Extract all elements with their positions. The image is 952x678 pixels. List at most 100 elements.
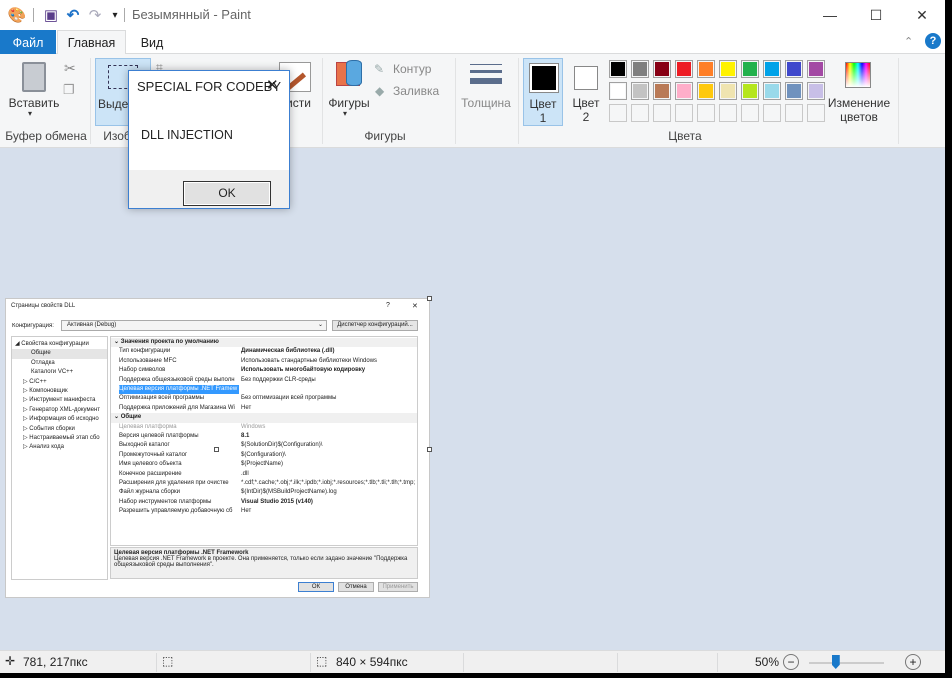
minimize-button[interactable]: — xyxy=(807,0,853,30)
clipboard-icon[interactable] xyxy=(22,62,46,92)
vs-grid-key: Тип конфигурации xyxy=(119,348,171,355)
shapes-group-label: Фигуры xyxy=(364,129,406,143)
color2-button[interactable]: Цвет 2 xyxy=(566,58,606,126)
customize-qat-icon[interactable]: ▾ xyxy=(106,6,124,24)
palette-swatch[interactable] xyxy=(785,82,803,100)
vs-grid-row: Использование MFC Использовать стандартны… xyxy=(111,357,417,366)
shapes-button[interactable]: Фигуры xyxy=(326,96,372,110)
message-box: SPECIAL FOR CODEBY ✕ DLL INJECTION OK xyxy=(128,70,290,209)
cut-icon[interactable]: ✂ xyxy=(64,60,76,77)
palette-swatch[interactable] xyxy=(785,60,803,78)
vs-grid-value: Windows xyxy=(241,423,266,430)
vs-grid-key: Выходной каталог xyxy=(119,442,170,449)
paint-palette-icon[interactable]: 🎨 xyxy=(8,6,27,24)
vs-grid-row: Набор инструментов платформы Visual Studi… xyxy=(111,498,417,507)
vs-grid-value: Visual Studio 2015 (v140) xyxy=(241,498,313,505)
vs-description: Целевая версия платформы .NET Framework … xyxy=(110,547,418,579)
undo-icon[interactable]: ↶ xyxy=(64,6,82,24)
colors-group-label: Цвета xyxy=(668,129,702,143)
fill-button[interactable]: Заливка xyxy=(393,84,439,98)
canvas-area[interactable]: Страницы свойств DLL ? ✕ Конфигурация: А… xyxy=(0,148,945,650)
collapse-ribbon-icon[interactable]: ⌃ xyxy=(904,35,913,48)
vs-ok-button: ОК xyxy=(298,582,334,592)
palette-swatch[interactable] xyxy=(675,60,693,78)
help-icon[interactable]: ? xyxy=(925,33,941,49)
vs-tree-item: ◢ Свойства конфигурации xyxy=(15,341,89,347)
resize-handle-corner[interactable] xyxy=(427,447,432,452)
vs-grid-value: Без поддержки CLR-среды xyxy=(241,376,316,383)
vs-grid-value: $(IntDir)$(MSBuildProjectName).log xyxy=(241,489,337,496)
palette-swatch[interactable] xyxy=(675,104,693,122)
palette-swatch[interactable] xyxy=(653,104,671,122)
close-button[interactable]: ✕ xyxy=(899,0,945,30)
vs-grid-row: Конечное расширение .dll xyxy=(111,470,417,479)
copy-icon[interactable]: ❐ xyxy=(63,82,75,98)
message-box-ok-button[interactable]: OK xyxy=(183,181,271,206)
vs-grid-key: Версия целевой платформы xyxy=(119,433,199,439)
tab-view[interactable]: Вид xyxy=(130,30,174,55)
tab-home[interactable]: Главная xyxy=(57,30,126,55)
palette-swatch[interactable] xyxy=(697,60,715,78)
resize-handle-bottom[interactable] xyxy=(214,447,219,452)
palette-swatch[interactable] xyxy=(741,104,759,122)
palette-swatch[interactable] xyxy=(675,82,693,100)
palette-swatch[interactable] xyxy=(785,104,803,122)
palette-swatch[interactable] xyxy=(763,82,781,100)
vs-cancel-button: Отмена xyxy=(338,582,374,592)
palette-swatch[interactable] xyxy=(807,82,825,100)
palette-swatch[interactable] xyxy=(609,82,627,100)
palette-swatch[interactable] xyxy=(807,60,825,78)
palette-swatch[interactable] xyxy=(631,60,649,78)
palette-swatch[interactable] xyxy=(763,104,781,122)
vs-dialog-title: Страницы свойств DLL xyxy=(11,303,76,309)
size-icon[interactable] xyxy=(470,64,502,84)
palette-swatch[interactable] xyxy=(741,60,759,78)
resize-handle-right[interactable] xyxy=(427,296,432,301)
save-icon[interactable]: ▣ xyxy=(42,6,60,24)
zoom-out-button[interactable]: − xyxy=(783,654,799,670)
vs-grid-key: Целевая версия платформы .NET Framew xyxy=(119,385,239,395)
cursor-position-icon: ✛ xyxy=(5,654,16,668)
palette-swatch[interactable] xyxy=(697,104,715,122)
vs-grid-key: Поддержка общеязыковой среды выполн xyxy=(119,376,235,383)
vs-tree-item: ▷ Инструмент манифеста xyxy=(23,397,96,404)
palette-swatch[interactable] xyxy=(697,82,715,100)
tab-file[interactable]: Файл xyxy=(0,30,56,55)
message-box-close-button[interactable]: ✕ xyxy=(266,76,279,94)
vs-grid-value: Использовать многобайтовую кодировку xyxy=(241,367,366,374)
palette-swatch[interactable] xyxy=(631,104,649,122)
palette-swatch[interactable] xyxy=(609,60,627,78)
edit-colors-icon[interactable] xyxy=(845,62,871,88)
vs-grid-value: *.cdf;*.cache;*.obj;*.ilk;*.ipdb;*.iobj;… xyxy=(241,480,416,486)
redo-icon[interactable]: ↷ xyxy=(86,6,104,24)
paste-button[interactable]: Вставить xyxy=(6,96,62,110)
size-button[interactable]: Толщина xyxy=(456,96,516,110)
vs-grid-row: Целевая версия платформы .NET Framew xyxy=(111,385,417,395)
palette-swatch[interactable] xyxy=(719,82,737,100)
palette-swatch[interactable] xyxy=(631,82,649,100)
edit-colors-button[interactable]: Изменение цветов xyxy=(824,96,894,124)
vs-grid-key: Набор символов xyxy=(119,367,166,374)
vs-grid-key: Файл журнала сборки xyxy=(119,489,181,496)
vs-grid-key: Набор инструментов платформы xyxy=(119,498,212,505)
palette-swatch[interactable] xyxy=(741,82,759,100)
zoom-in-button[interactable]: + xyxy=(905,654,921,670)
outline-button[interactable]: Контур xyxy=(393,62,431,76)
palette-swatch[interactable] xyxy=(653,82,671,100)
zoom-slider[interactable] xyxy=(809,662,884,664)
palette-swatch[interactable] xyxy=(653,60,671,78)
color1-button[interactable]: Цвет 1 xyxy=(523,58,563,126)
vs-grid-key: Поддержка приложений для Магазина Wi xyxy=(119,404,235,411)
maximize-button[interactable]: ☐ xyxy=(853,0,899,30)
selection-size-icon: ⬚ xyxy=(162,654,174,668)
palette-swatch[interactable] xyxy=(719,104,737,122)
paint-window: 🎨 ▣ ↶ ↷ ▾ Безымянный - Paint — ☐ ✕ Файл … xyxy=(0,0,945,673)
vs-config-manager-button: Диспетчер конфигураций... xyxy=(332,320,418,331)
palette-swatch[interactable] xyxy=(609,104,627,122)
palette-swatch[interactable] xyxy=(763,60,781,78)
palette-swatch[interactable] xyxy=(807,104,825,122)
vs-property-grid: ⌄ Значения проекта по умолчанию Тип конфи… xyxy=(110,336,418,546)
zoom-slider-thumb[interactable] xyxy=(831,655,840,669)
palette-swatch[interactable] xyxy=(719,60,737,78)
message-box-title: SPECIAL FOR CODEBY xyxy=(137,79,281,94)
